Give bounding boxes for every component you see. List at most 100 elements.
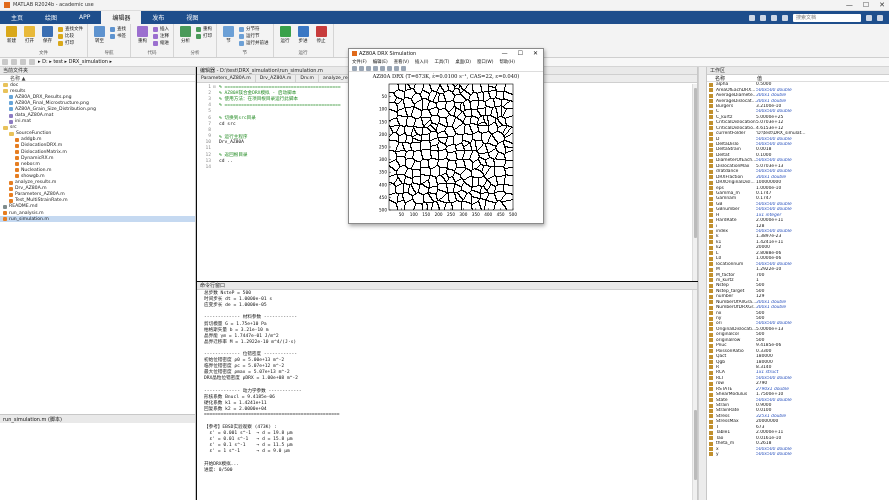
ribbon-tab[interactable]: 发布	[141, 11, 175, 24]
figure-menu-item[interactable]: 插入(I)	[415, 59, 429, 65]
ribbon-tab[interactable]: 绘图	[34, 11, 68, 24]
x-tick-label: 150	[422, 212, 430, 217]
figure-minimize-button[interactable]: —	[502, 50, 508, 57]
variable-value: 'D:\test\DRX_simulat...	[756, 131, 806, 137]
variable-value: 5.0703e+13	[756, 163, 784, 169]
open-file-icon[interactable]	[359, 65, 364, 71]
variable-name: OriginalDislocati...	[716, 326, 756, 332]
ribbon-small-label: 运行并前进	[246, 41, 269, 46]
variable-name: theta_m	[716, 441, 735, 447]
ribbon-small-button[interactable]: 书签	[110, 33, 126, 39]
variable-icon	[709, 430, 713, 435]
save-quick-icon[interactable]	[749, 14, 755, 21]
back-icon[interactable]	[2, 59, 8, 65]
browse-folder-icon[interactable]	[29, 59, 35, 65]
redo-icon[interactable]	[771, 14, 777, 21]
x-tick-label: 500	[509, 212, 517, 217]
figure-menu-item[interactable]: 工具(T)	[434, 59, 449, 65]
folder-item-name: AZ80A_DRX_Results.png	[15, 94, 72, 100]
figure-menu-item[interactable]: 编辑(E)	[373, 59, 388, 65]
ribbon-button-icon	[279, 26, 291, 37]
ribbon-tab[interactable]: 视图	[175, 11, 209, 24]
variable-value: 0.9000	[756, 403, 772, 409]
panel-splitter[interactable]	[698, 67, 706, 500]
ribbon-small-button[interactable]: 比较	[58, 33, 83, 39]
md-file-icon	[3, 204, 7, 209]
close-button[interactable]: ✕	[879, 1, 885, 9]
print-icon[interactable]	[373, 65, 378, 71]
figure-menu-item[interactable]: 文件(F)	[352, 59, 367, 65]
variable-icon	[709, 365, 713, 370]
variable-icon	[709, 441, 713, 446]
name-column-header[interactable]: 名称 ▲	[0, 75, 195, 82]
ribbon-small-icon	[153, 33, 158, 39]
figure-menu-item[interactable]: 桌面(D)	[455, 59, 471, 65]
editor-tab[interactable]: Parameters_AZ80A.m	[197, 75, 256, 82]
figure-menu-item[interactable]: 窗口(W)	[477, 59, 494, 65]
ribbon-small-button[interactable]: 注释	[153, 33, 169, 39]
y-tick-label: 150	[379, 119, 387, 124]
workspace-value-header[interactable]: 值	[757, 75, 762, 82]
current-path[interactable]: ▸ D: ▸ test ▸ DRX_simulation ▸	[38, 59, 112, 65]
variable-icon	[709, 169, 713, 174]
link-icon[interactable]	[380, 65, 385, 71]
variable-value: 4.6153e+12	[756, 125, 784, 131]
ribbon-small-button[interactable]: 打印	[196, 33, 212, 39]
ribbon-small-button[interactable]: 分节符	[239, 26, 269, 32]
ribbon-small-button[interactable]: 打印	[58, 40, 83, 46]
ribbon-small-button[interactable]: 缩进	[153, 40, 169, 46]
undo-icon[interactable]	[760, 14, 766, 21]
minimize-button[interactable]: —	[846, 1, 853, 9]
up-folder-icon[interactable]	[20, 59, 26, 65]
folder-item[interactable]: run_simulation.m	[0, 216, 195, 223]
variable-value: 500	[756, 283, 765, 289]
command-output[interactable]: 总步数 NsteP = 500 时间步长 dt = 1.0000e-01 s 应变步…	[197, 290, 692, 500]
maximize-button[interactable]: ☐	[863, 1, 869, 9]
command-scrollbar[interactable]	[692, 290, 697, 500]
new-figure-icon[interactable]	[352, 65, 357, 71]
workspace-variable-row[interactable]: y 500x500 double	[707, 452, 889, 457]
folder-item-name: Test_MultiStrainRate.m	[15, 198, 68, 204]
ribbon-button-label: 转至	[95, 39, 104, 44]
help-icon[interactable]	[782, 14, 788, 21]
variable-value: 8.3140	[756, 364, 772, 370]
line-number: 14	[205, 165, 211, 171]
figure-menu-item[interactable]: 查看(V)	[394, 59, 409, 65]
figure-maximize-button[interactable]: ☐	[518, 50, 523, 57]
user-account-icon[interactable]	[877, 14, 883, 21]
variable-value: 2790x1 double	[756, 386, 789, 392]
search-documentation-input[interactable]: 搜索文档	[793, 13, 861, 22]
m-file-icon	[9, 186, 13, 191]
ribbon-small-button[interactable]: 查找文件	[58, 26, 83, 32]
folder-item-name: DynamicRX.m	[21, 155, 54, 161]
editor-scrollbar[interactable]	[692, 84, 697, 281]
variable-value: 0.1000	[756, 152, 772, 158]
ribbon-tab[interactable]: 主页	[0, 11, 34, 24]
save-figure-icon[interactable]	[366, 65, 371, 71]
figure-toolbar	[349, 65, 543, 72]
notification-bell-icon[interactable]	[866, 14, 872, 21]
variable-value: 500x500 double	[756, 87, 792, 93]
ribbon-small-button[interactable]: 重构	[196, 26, 212, 32]
plot-tools-icon[interactable]	[401, 65, 406, 71]
command-scroll-thumb[interactable]	[694, 410, 697, 480]
y-tick-label: 250	[379, 145, 387, 150]
figure-menu-item[interactable]: 帮助(H)	[500, 59, 516, 65]
insert-colorbar-icon[interactable]	[387, 65, 392, 71]
x-tick-label: 200	[435, 212, 443, 217]
line-number: 11	[205, 146, 211, 152]
ribbon-small-button[interactable]: 查找	[110, 26, 126, 32]
forward-icon[interactable]	[11, 59, 17, 65]
ribbon-small-button[interactable]: 插入	[153, 26, 169, 32]
workspace-name-header[interactable]: 名称	[707, 75, 757, 82]
ribbon-small-button[interactable]: 运行节	[239, 33, 269, 39]
ribbon-tab[interactable]: APP	[68, 11, 101, 24]
x-tick-label: 300	[459, 212, 467, 217]
insert-legend-icon[interactable]	[394, 65, 399, 71]
ribbon-small-button[interactable]: 运行并前进	[239, 40, 269, 46]
editor-scroll-thumb[interactable]	[694, 88, 697, 238]
figure-close-button[interactable]: ✕	[533, 50, 538, 57]
editor-tab[interactable]: Drv_AZ80A.m	[256, 75, 297, 82]
editor-tab[interactable]: Drv.m	[296, 75, 320, 82]
ribbon-tab[interactable]: 编辑器	[101, 11, 142, 24]
